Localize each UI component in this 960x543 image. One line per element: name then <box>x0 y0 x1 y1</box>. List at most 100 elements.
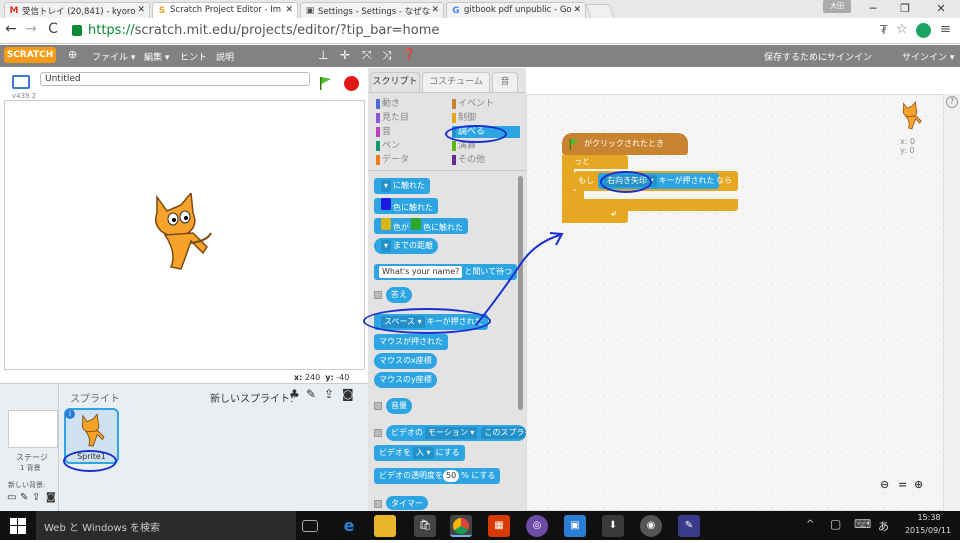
task-view-icon[interactable] <box>302 520 318 532</box>
clock-time[interactable]: 15:38 <box>904 513 954 522</box>
store-icon[interactable]: 🛍 <box>414 515 436 537</box>
tab-scripts[interactable]: スクリプト <box>370 72 420 92</box>
block-loudness[interactable]: 音量 <box>386 398 412 414</box>
fullscreen-icon[interactable] <box>12 75 30 89</box>
reload-icon[interactable]: C <box>44 21 62 37</box>
restore-icon[interactable]: ❐ <box>890 0 920 18</box>
keyboard-icon[interactable]: ⌨ <box>854 517 871 531</box>
signin-link[interactable]: サインイン ▾ <box>902 50 954 63</box>
close-icon[interactable]: ✕ <box>431 5 439 15</box>
photos-icon[interactable]: ▣ <box>564 515 586 537</box>
zoom-out-icon[interactable]: ⊖ <box>880 478 889 491</box>
category-events[interactable]: イベント <box>452 98 524 110</box>
menu-edit[interactable]: 編集 ▾ <box>144 50 169 63</box>
tab-gmail[interactable]: M 受信トレイ (20,841) - kyoro ✕ <box>4 2 150 18</box>
tab-costumes[interactable]: コスチューム <box>422 72 490 92</box>
block-distance-to[interactable]: ▾ までの距離 <box>374 238 439 254</box>
shrink-icon[interactable]: ⤨ <box>382 48 392 63</box>
clock-date[interactable]: 2015/09/11 <box>900 526 956 535</box>
info-icon[interactable]: i <box>65 409 75 419</box>
if-block[interactable]: もし 右向き矢印 ▾ キーが押された なら <box>574 171 738 191</box>
sprite-library-icon[interactable]: ♣ <box>289 387 300 401</box>
windows-start-icon[interactable] <box>10 518 26 534</box>
category-motion[interactable]: 動き <box>376 98 448 110</box>
edge-icon[interactable]: e <box>338 515 360 537</box>
block-color-touching-color[interactable]: 色が 色に触れた <box>374 218 468 234</box>
chrome-menu-icon[interactable]: ≡ <box>940 22 951 37</box>
block-touching[interactable]: ▾ に触れた <box>374 178 431 194</box>
block-answer[interactable]: 答え <box>386 287 412 303</box>
duplicate-icon[interactable]: ⊥ <box>318 48 328 62</box>
dropdown-icon[interactable]: ▾ <box>381 240 392 252</box>
stop-icon[interactable] <box>344 76 359 91</box>
audible-icon[interactable]: ◉ <box>640 515 662 537</box>
grow-icon[interactable]: ⤧ <box>362 48 372 63</box>
help-icon[interactable]: ? <box>946 96 958 108</box>
minimize-icon[interactable]: ─ <box>858 0 888 18</box>
zoom-reset-icon[interactable]: = <box>898 478 907 491</box>
category-more[interactable]: その他 <box>452 154 524 166</box>
color-swatch[interactable] <box>381 218 391 230</box>
timer-checkbox[interactable] <box>374 500 382 508</box>
transparency-field[interactable]: 50 <box>443 470 460 482</box>
zoom-in-icon[interactable]: ⊕ <box>914 478 923 491</box>
tab-sounds[interactable]: 音 <box>492 72 518 92</box>
user-badge[interactable]: 大田 <box>823 0 851 13</box>
window-close-icon[interactable]: ✕ <box>926 0 956 18</box>
office-icon[interactable]: ▦ <box>488 515 510 537</box>
category-data[interactable]: データ <box>376 154 448 166</box>
category-sound[interactable]: 音 <box>376 126 448 138</box>
translate-icon[interactable]: ₮ <box>880 23 888 37</box>
notification-icon[interactable]: ▢ <box>830 517 841 531</box>
forward-icon[interactable]: → <box>22 21 40 37</box>
block-mouse-down[interactable]: マウスが押された <box>374 334 448 350</box>
dropdown-icon[interactable]: ▾ <box>381 180 392 192</box>
stage-canvas[interactable] <box>4 100 365 370</box>
block-video-on[interactable]: ビデオのモーション ▾ このスプライト <box>386 425 526 441</box>
color-swatch[interactable] <box>411 218 421 230</box>
new-tab-button[interactable] <box>585 4 615 18</box>
menu-file[interactable]: ファイル ▾ <box>92 50 135 63</box>
loudness-checkbox[interactable] <box>374 402 382 410</box>
ask-text-field[interactable]: What's your name? <box>379 266 463 278</box>
color-swatch[interactable] <box>381 198 391 210</box>
url-bar[interactable]: https://scratch.mit.edu/projects/editor/… <box>68 21 908 41</box>
explorer-icon[interactable] <box>374 515 396 537</box>
paint-brush-icon[interactable]: ✎ <box>306 387 316 401</box>
video-checkbox[interactable] <box>374 429 382 437</box>
category-control[interactable]: 制御 <box>452 112 524 124</box>
block-turn-video[interactable]: ビデオを入 ▾ にする <box>374 445 465 461</box>
cat-sprite-icon[interactable] <box>147 193 215 273</box>
extension-icon[interactable] <box>916 23 931 38</box>
close-icon[interactable]: ✕ <box>137 5 145 15</box>
backdrop-library-icon[interactable]: ▭ <box>7 492 16 503</box>
when-flag-clicked-block[interactable]: がクリックされたとき <box>562 133 688 155</box>
tab-settings[interactable]: ▣ Settings - Settings - なぜな ✕ <box>300 2 444 18</box>
scratch-logo[interactable]: SCRATCH <box>4 47 56 63</box>
block-mouse-x[interactable]: マウスのx座標 <box>374 353 437 369</box>
project-title-input[interactable]: Untitled <box>40 72 310 86</box>
tray-chevron-icon[interactable]: ^ <box>806 519 814 530</box>
answer-checkbox[interactable] <box>374 291 382 299</box>
bookmark-star-icon[interactable]: ☆ <box>896 22 908 37</box>
backdrop-upload-icon[interactable]: ⇪ <box>32 492 40 503</box>
app-icon[interactable]: ◎ <box>526 515 548 537</box>
close-icon[interactable]: ✕ <box>573 5 581 15</box>
back-icon[interactable]: ← <box>2 21 20 37</box>
menu-about[interactable]: 説明 <box>216 50 234 63</box>
paint-icon[interactable]: ✎ <box>678 515 700 537</box>
backdrop-camera-icon[interactable]: ◙ <box>46 492 56 503</box>
upload-icon[interactable]: ⇪ <box>324 387 334 401</box>
tab-scratch[interactable]: S Scratch Project Editor - Im ✕ <box>152 2 298 18</box>
block-timer[interactable]: タイマー <box>386 496 428 510</box>
help-icon[interactable]: ❓ <box>402 48 416 61</box>
save-signin-link[interactable]: 保存するためにサインイン <box>764 50 872 63</box>
ime-indicator[interactable]: あ <box>878 518 889 534</box>
chrome-icon[interactable] <box>450 515 472 537</box>
close-icon[interactable]: ✕ <box>285 5 293 15</box>
video-dropdown[interactable]: モーション ▾ <box>425 427 478 439</box>
tab-google[interactable]: G gitbook pdf unpublic - Go ✕ <box>446 2 586 18</box>
video-state-dropdown[interactable]: 入 ▾ <box>413 447 434 459</box>
camera-icon[interactable]: ◙ <box>342 387 354 401</box>
menu-tips[interactable]: ヒント <box>180 50 207 63</box>
